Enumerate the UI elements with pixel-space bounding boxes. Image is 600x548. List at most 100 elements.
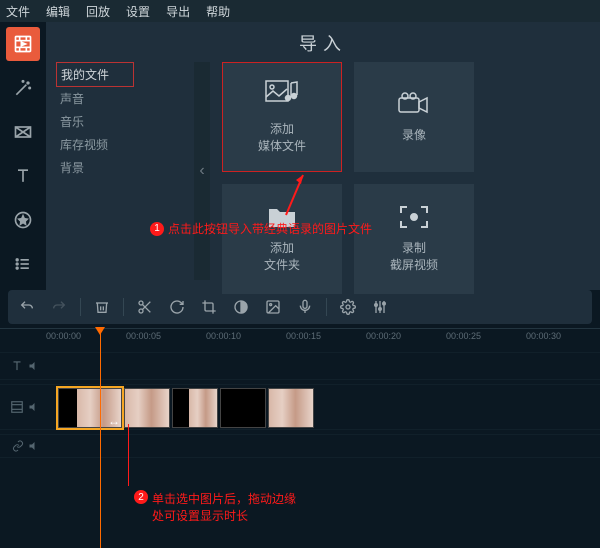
annotation-line-2 [128,424,129,486]
tick-5: 00:00:25 [446,331,481,341]
audio-track [0,434,600,458]
tile-add-folder-l2: 文件夹 [264,256,300,273]
t-video-icon [10,400,24,414]
collapse-handle[interactable]: ‹ [194,62,210,280]
tile-add-media[interactable]: 添加 媒体文件 [222,62,342,172]
menu-export[interactable]: 导出 [166,3,190,20]
wand-icon [13,78,33,98]
rotate-icon [169,299,185,315]
import-panel: 导入 我的文件 声音 音乐 库存视频 背景 ‹ 添加 媒体文件 录像 [46,22,600,290]
menu-help[interactable]: 帮助 [206,3,230,20]
tool-stickers[interactable] [6,203,40,237]
tile-record-camera-l1: 录像 [402,126,426,143]
t-mute-icon[interactable] [28,360,40,372]
category-stock-video[interactable]: 库存视频 [56,133,134,156]
tick-2: 00:00:10 [206,331,241,341]
settings-button[interactable] [335,295,361,319]
menu-settings[interactable]: 设置 [126,3,150,20]
t-link-icon[interactable] [12,440,24,452]
panel-title: 导入 [46,22,600,60]
time-ruler[interactable]: 00:00:00 00:00:05 00:00:10 00:00:15 00:0… [0,328,600,348]
tick-6: 00:00:30 [526,331,561,341]
screencast-icon [399,205,429,229]
tool-titles[interactable] [6,159,40,193]
t-title-icon [10,359,24,373]
equalizer-button[interactable] [367,295,393,319]
rotate-button[interactable] [164,295,190,319]
clip-1[interactable] [58,388,122,428]
media-note-icon [265,80,299,110]
category-background[interactable]: 背景 [56,156,134,179]
title-track [0,352,600,380]
t-vmute-icon[interactable] [28,401,40,413]
color-adjust-button[interactable] [228,295,254,319]
tile-record-screen[interactable]: 录制 截屏视频 [354,184,474,294]
clip-4[interactable] [220,388,266,428]
category-music[interactable]: 音乐 [56,110,134,133]
import-categories: 我的文件 声音 音乐 库存视频 背景 [56,62,134,179]
menu-file[interactable]: 文件 [6,3,30,20]
redo-button[interactable] [46,295,72,319]
redo-icon [51,299,67,315]
crop-icon [201,299,217,315]
film-icon [13,34,33,54]
clip-5[interactable] [268,388,314,428]
tool-filters[interactable] [6,71,40,105]
tile-add-folder-l1: 添加 [270,239,294,256]
title-track-area[interactable] [44,353,600,379]
tile-add-folder[interactable]: 添加 文件夹 [222,184,342,294]
tile-add-media-l1: 添加 [270,120,294,137]
left-tool-strip [0,22,46,290]
camera-icon [397,92,431,116]
mic-icon [297,299,313,315]
timeline: 00:00:00 00:00:05 00:00:10 00:00:15 00:0… [0,328,600,548]
tool-transitions[interactable] [6,115,40,149]
undo-button[interactable] [14,295,40,319]
text-icon [13,166,33,186]
clip-props-button[interactable] [260,295,286,319]
annotation-1-text: 点击此按钮导入带经典语录的图片文件 [168,220,372,237]
record-audio-button[interactable] [292,295,318,319]
annotation-2-l1: 单击选中图片后，拖动边缘 [152,492,296,506]
list-icon [13,254,33,274]
annotation-1-badge: 1 [150,222,164,236]
gear-icon [340,299,356,315]
tile-record-camera[interactable]: 录像 [354,62,474,172]
tick-0: 00:00:00 [46,331,81,341]
annotation-2-l2: 处可设置显示时长 [152,509,248,523]
contrast-icon [233,299,249,315]
tick-4: 00:00:20 [366,331,401,341]
trash-icon [94,299,110,315]
annotation-1: 1 点击此按钮导入带经典语录的图片文件 [150,220,372,237]
sliders-icon [372,299,388,315]
scissors-icon [137,299,153,315]
star-circle-icon [13,210,33,230]
clip-3[interactable] [172,388,218,428]
category-my-files[interactable]: 我的文件 [56,62,134,87]
tool-import[interactable] [6,27,40,61]
timeline-toolbar [8,290,592,324]
tick-3: 00:00:15 [286,331,321,341]
annotation-2: 2 单击选中图片后，拖动边缘 处可设置显示时长 [134,490,296,524]
video-track-area[interactable] [44,385,600,429]
crop-button[interactable] [196,295,222,319]
category-sound[interactable]: 声音 [56,87,134,110]
tile-record-screen-l2: 截屏视频 [390,256,438,273]
t-amute-icon[interactable] [28,440,40,452]
cut-button[interactable] [132,295,158,319]
tick-1: 00:00:05 [126,331,161,341]
delete-button[interactable] [89,295,115,319]
import-tiles: 添加 媒体文件 录像 添加 文件夹 录制 截屏 [222,62,474,294]
image-icon [265,299,281,315]
menu-edit[interactable]: 编辑 [46,3,70,20]
tool-more[interactable] [6,247,40,281]
undo-icon [19,299,35,315]
menu-bar: 文件 编辑 回放 设置 导出 帮助 [0,0,600,22]
clip-2[interactable] [124,388,170,428]
video-track [0,384,600,430]
tile-record-screen-l1: 录制 [402,239,426,256]
tile-add-media-l2: 媒体文件 [258,137,306,154]
menu-playback[interactable]: 回放 [86,3,110,20]
playhead[interactable] [100,328,101,548]
annotation-2-badge: 2 [134,490,148,504]
